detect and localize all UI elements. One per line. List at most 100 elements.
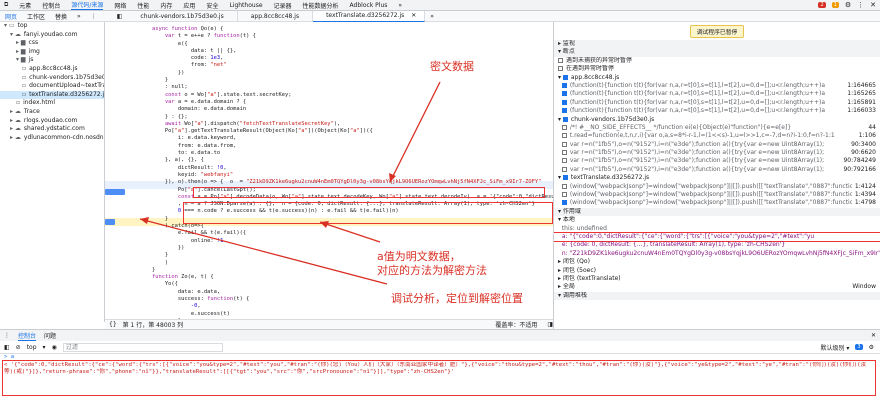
breakpoint-checkbox[interactable] [561,183,567,189]
pause-uncaught-row[interactable]: 遇到未捕获的异常时暂停 [554,57,880,65]
eye-icon[interactable]: ◉ [52,344,57,351]
breakpoint-checkbox[interactable] [561,91,567,97]
tree-item[interactable]: ▸ ☁ shared.ydstatic.com [0,125,104,134]
closure-scope[interactable]: ▸ 闭包 (5oec) [554,267,880,275]
scope-variable[interactable]: e: {code: 0, dictResult: {...}, translat… [554,241,880,249]
tab-lighthouse[interactable]: Lighthouse [229,2,262,9]
tab-memory[interactable]: 内存 [160,1,172,10]
tab-sources[interactable]: 源代码/来源 [71,0,104,10]
group-checkbox[interactable] [562,175,568,181]
log-level-selector[interactable]: 默认级别 ▾ [821,343,850,352]
more-tabs-icon[interactable]: » [398,2,402,9]
more-icon[interactable]: ⋮ [857,1,864,9]
breakpoint-item[interactable]: (function(t){function t(t){for(var n,a,r… [554,90,880,99]
group-checkbox[interactable] [562,116,568,122]
dock-icon[interactable]: ⧉ [4,1,8,9]
tree-item[interactable]: ▫ app.8cc8cc48.js [0,65,104,74]
breakpoint-item[interactable]: var r=n("1fb5"),o=n("9152"),i=n("e3de");… [554,149,880,158]
breakpoint-checkbox[interactable] [561,99,567,105]
subtab-workspace[interactable]: 工作区 [22,12,50,21]
tree-item[interactable]: ▾ ▆ js [0,56,104,65]
breakpoint-checkbox[interactable] [561,82,567,88]
file-tab-app[interactable]: app.8cc8cc48.js [238,10,314,22]
console-output[interactable]: > a < '{"code":0,"dictResult":{"ce":{"wo… [0,354,880,400]
breakpoint-item[interactable]: (window["webpackJsonp"]=window["webpackJ… [554,182,880,192]
tab-console[interactable]: 控制台 [42,1,60,10]
breakpoint-file-group[interactable]: ▾ app.8cc8cc48.js [554,74,880,82]
pause-uncaught-checkbox[interactable] [558,57,563,63]
breakpoint-checkbox[interactable] [561,158,567,164]
breakpoint-item[interactable]: (function(t){function t(t){for(var n,a,r… [554,98,880,108]
breakpoint-item[interactable]: (function(t){function t(t){for(var n,a,r… [554,107,880,116]
context-selector[interactable]: top [27,344,37,351]
sidebar-icon[interactable]: ◧ [4,344,10,351]
console-filter-input[interactable]: 过滤 [62,342,223,352]
tab-application[interactable]: 应用 [183,1,195,10]
tab-performance-insights[interactable]: 性能数据分析 [303,1,339,10]
more-options-icon[interactable]: ⋮ [86,13,102,20]
scope-section-header[interactable]: ▾ 作用域 [554,207,880,217]
breakpoint-item[interactable]: var r=n("1fb5"),o=n("9152"),i=n("e3de");… [554,165,880,175]
watch-section-header[interactable]: ▸ 监视 [554,40,880,49]
breakpoint-item[interactable]: var r=n("1fb5"),o=n("9152"),i=n("e3de");… [554,157,880,166]
error-count-badge[interactable]: 2 [818,2,826,8]
more-icon[interactable]: » [72,13,86,20]
tree-item[interactable]: ▸ ☁ rlogs.youdao.com [0,117,104,126]
tree-item[interactable]: ▫chunk-vendors.1b75d3e0.js [0,74,104,83]
scope-variable[interactable]: n: "Z21kD9ZK1ke6ugku2cnuW4nEm0TQYgDl0y3g… [554,250,880,258]
breakpoint-item[interactable]: /*! #__NO_SIDE_EFFECTS__ */function ei(e… [554,123,880,133]
pause-caught-checkbox[interactable] [558,66,563,72]
close-drawer-icon[interactable]: ✕ [871,332,880,339]
breakpoint-item[interactable]: var r=n("1fb5"),o=n("9152"),i=n("e3de");… [554,140,880,150]
format-icon[interactable]: {} [109,321,117,328]
tab-recorder[interactable]: 记录器 [274,1,292,10]
tree-item[interactable]: ▸ ▆ img [0,48,104,57]
chevron-down-icon[interactable]: ▾ [43,344,46,351]
breakpoint-item[interactable]: (window["webpackJsonp"]=window["webpackJ… [554,199,880,208]
file-tab-text-translate[interactable]: textTranslate.d3256272.js ✕ [313,10,426,22]
tree-item[interactable]: ▾ ☁ fanyi.youdao.com [0,31,104,40]
code-editor[interactable]: async function Qo(e) { var t = e++e ? fu… [105,22,553,319]
warning-count-badge[interactable]: 1 [831,2,839,8]
breakpoint-item[interactable]: (window["webpackJsonp"]=window["webpackJ… [554,191,880,200]
subtab-overrides[interactable]: 替换 [50,12,72,21]
breakpoint-file-group[interactable]: ▾ textTranslate.d3256272.js [554,174,880,182]
tree-item[interactable]: ▸ ▆ css [0,39,104,48]
tree-item[interactable]: ▾ ▭ top [0,22,104,31]
tree-item[interactable]: ▫ index.html [0,99,104,108]
tab-performance[interactable]: 性能 [137,1,149,10]
tree-item[interactable]: ▫ textTranslate.d3256272.js [0,90,104,100]
breakpoint-item[interactable]: (function(t){function t(t){for(var n,a,r… [554,81,880,91]
file-tab-chunk-vendors[interactable]: chunk-vendors.1b75d3e0.js [127,10,238,22]
breakpoint-checkbox[interactable] [561,166,567,172]
breakpoint-checkbox[interactable] [561,141,567,147]
closure-scope[interactable]: ▸ 闭包 (Qo) [554,258,880,266]
local-scope-header[interactable]: ▾ 本地 [554,216,880,224]
tab-adblock[interactable]: Adblock Plus [350,2,388,9]
group-checkbox[interactable] [562,74,568,80]
subtab-page[interactable]: 网页 [0,12,22,21]
breakpoint-checkbox[interactable] [561,150,567,156]
breakpoint-item[interactable]: t.read=function(e,t,n,r,i){var o,a,s=8*i… [554,132,880,141]
closure-scope[interactable]: ▸ 闭包 (textTranslate) [554,275,880,283]
breakpoint-checkbox[interactable] [561,133,567,139]
pause-caught-row[interactable]: 在遇到异常时暂停 [554,65,880,73]
gear-icon[interactable]: ⚙ [869,344,880,351]
breakpoint-checkbox[interactable] [561,192,567,198]
gear-icon[interactable]: ⚙ [845,1,851,9]
breakpoint-file-group[interactable]: ▾ chunk-vendors.1b75d3e0.js [554,116,880,124]
tab-network[interactable]: 网络 [114,1,126,10]
more-icon[interactable]: » [425,13,439,20]
breakpoint-checkbox[interactable] [561,124,567,130]
tab-security[interactable]: 安全 [206,1,218,10]
tree-item[interactable]: ▫documentUpload~textTrans [0,82,104,91]
close-icon[interactable]: ✕ [870,1,876,9]
drawer-tab-console[interactable]: 控制台 [18,331,37,341]
tree-item[interactable]: ▸ ☁ Trace [0,108,104,117]
breakpoint-checkbox[interactable] [561,108,567,114]
tab-elements[interactable]: 元素 [19,1,31,10]
scope-variable[interactable]: a: "{"code":0,"dictResult":{"ce":{"word"… [554,231,880,243]
drawer-menu-icon[interactable]: ⋮ [4,332,10,339]
breakpoints-section-header[interactable]: ▾ 断点 [554,48,880,57]
clear-console-icon[interactable]: ⊘ [16,344,21,351]
